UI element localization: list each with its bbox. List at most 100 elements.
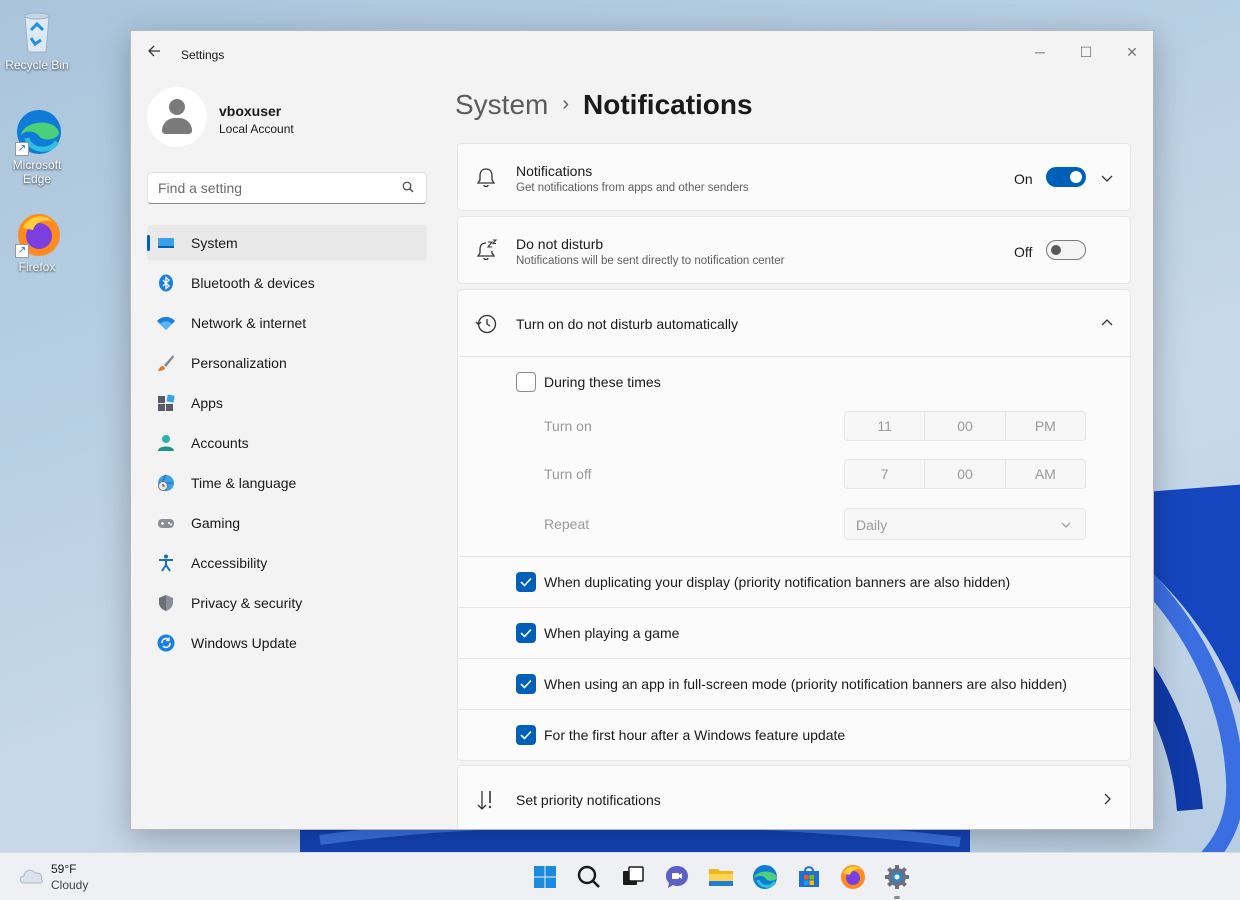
- desktop-icon-edge[interactable]: ↗ Microsoft Edge: [0, 108, 74, 186]
- divider: [458, 658, 1130, 659]
- active-app-indicator: [894, 896, 900, 899]
- turn-on-time-picker[interactable]: 11 00 PM: [844, 411, 1086, 441]
- accessibility-icon: [159, 554, 173, 572]
- option-label: When duplicating your display (priority …: [544, 574, 1011, 590]
- sidebar-item-system[interactable]: System: [147, 225, 427, 261]
- file-explorer-icon[interactable]: [707, 863, 735, 891]
- turn-off-period: AM: [1034, 466, 1056, 482]
- task-view-icon[interactable]: [619, 863, 647, 891]
- dnd-card: Do not disturb Notifications will be sen…: [457, 216, 1131, 284]
- during-times-checkbox[interactable]: [516, 372, 536, 392]
- auto-dnd-card: Turn on do not disturb automatically Dur…: [457, 289, 1131, 761]
- sidebar-item-accessibility[interactable]: Accessibility: [147, 545, 427, 581]
- weather-widget[interactable]: 59°F Cloudy: [10, 853, 120, 900]
- globe-clock-icon: [158, 474, 174, 492]
- breadcrumb-separator: ›: [562, 93, 570, 115]
- repeat-dropdown[interactable]: Daily: [844, 508, 1086, 540]
- update-icon: [157, 634, 175, 652]
- desktop-icon-label: Recycle Bin: [5, 58, 69, 72]
- sidebar-item-bluetooth[interactable]: Bluetooth & devices: [147, 265, 427, 301]
- sidebar-item-time-language[interactable]: Time & language: [147, 465, 427, 501]
- firefox-icon[interactable]: [839, 863, 867, 891]
- apps-icon: [158, 394, 175, 411]
- search-icon[interactable]: [575, 863, 603, 891]
- bell-icon: [476, 168, 496, 188]
- breadcrumb: System › Notifications: [455, 89, 753, 121]
- auto-dnd-title: Turn on do not disturb automatically: [516, 316, 739, 332]
- repeat-label: Repeat: [544, 516, 590, 532]
- breadcrumb-parent[interactable]: System: [455, 89, 548, 120]
- turn-off-label: Turn off: [544, 466, 592, 482]
- option-label: When playing a game: [544, 625, 680, 641]
- system-icon: [158, 238, 174, 248]
- auto-dnd-header[interactable]: Turn on do not disturb automatically: [458, 290, 1130, 356]
- priority-notifications-card[interactable]: Set priority notifications: [457, 765, 1131, 829]
- avatar: [147, 87, 207, 147]
- option-game-checkbox[interactable]: [516, 623, 536, 643]
- desktop-icon-label: Microsoft Edge: [12, 158, 62, 186]
- sidebar-item-label: Apps: [191, 395, 223, 411]
- dnd-subtitle: Notifications will be sent directly to n…: [516, 255, 785, 267]
- weather-desc: Cloudy: [51, 878, 89, 892]
- chevron-down-icon[interactable]: [1100, 171, 1114, 185]
- notifications-toggle[interactable]: [1046, 167, 1086, 187]
- option-feature-update-checkbox[interactable]: [516, 725, 536, 745]
- option-fullscreen-checkbox[interactable]: [516, 674, 536, 694]
- user-name: vboxuser: [219, 103, 282, 119]
- sidebar-item-gaming[interactable]: Gaming: [147, 505, 427, 541]
- settings-icon[interactable]: [883, 863, 911, 891]
- minimize-button[interactable]: ─: [1017, 37, 1063, 67]
- turn-off-minute: 00: [925, 460, 1006, 488]
- notifications-card[interactable]: Notifications Get notifications from app…: [457, 143, 1131, 211]
- checkmark-icon: [520, 730, 532, 740]
- title-bar: Settings ─ ☐ ✕: [131, 31, 1153, 79]
- settings-window: Settings ─ ☐ ✕ vboxuser Local Account Sy…: [130, 30, 1154, 830]
- notifications-subtitle: Get notifications from apps and other se…: [516, 182, 749, 194]
- back-button[interactable]: [143, 43, 165, 65]
- search-input[interactable]: [148, 173, 388, 203]
- sidebar-item-windows-update[interactable]: Windows Update: [147, 625, 427, 661]
- close-button[interactable]: ✕: [1109, 37, 1153, 67]
- checkmark-icon: [520, 628, 532, 638]
- divider: [458, 356, 1130, 357]
- chevron-down-icon: [1061, 522, 1071, 528]
- desktop-icon-firefox[interactable]: ↗ Firefox: [0, 210, 74, 274]
- weather-temp: 59°F: [51, 862, 77, 876]
- sidebar-item-label: Privacy & security: [191, 595, 303, 611]
- option-duplicating-checkbox[interactable]: [516, 572, 536, 592]
- turn-off-hour: 7: [845, 460, 926, 488]
- store-icon[interactable]: [795, 863, 823, 891]
- sidebar-item-accounts[interactable]: Accounts: [147, 425, 427, 461]
- bell-snooze-icon: [476, 239, 498, 261]
- maximize-button[interactable]: ☐: [1063, 37, 1109, 67]
- sidebar-item-network[interactable]: Network & internet: [147, 305, 427, 341]
- divider: [458, 709, 1130, 710]
- sidebar-item-label: System: [191, 235, 238, 251]
- start-icon[interactable]: [531, 863, 559, 891]
- turn-off-time-picker[interactable]: 7 00 AM: [844, 459, 1086, 489]
- turn-on-hour: 11: [845, 412, 926, 440]
- sidebar-item-privacy[interactable]: Privacy & security: [147, 585, 427, 621]
- during-times-label: During these times: [544, 374, 661, 390]
- sidebar-item-label: Personalization: [191, 355, 287, 371]
- chevron-up-icon[interactable]: [1100, 316, 1114, 330]
- divider: [458, 607, 1130, 608]
- search-box[interactable]: [147, 172, 427, 204]
- dnd-toggle[interactable]: [1046, 240, 1086, 260]
- turn-on-label: Turn on: [544, 418, 592, 434]
- chat-icon[interactable]: [663, 863, 691, 891]
- dnd-state: Off: [1014, 244, 1033, 260]
- edge-icon[interactable]: [751, 863, 779, 891]
- sidebar-item-personalization[interactable]: Personalization: [147, 345, 427, 381]
- desktop-icon-recycle-bin[interactable]: Recycle Bin: [0, 8, 74, 72]
- option-label: When using an app in full-screen mode (p…: [544, 676, 1067, 692]
- sidebar-item-label: Gaming: [191, 515, 241, 531]
- priority-sort-icon: [477, 791, 492, 810]
- divider: [458, 556, 1130, 557]
- app-title: Settings: [181, 48, 225, 62]
- page-title: Notifications: [583, 89, 753, 120]
- firefox-icon: ↗: [13, 210, 61, 258]
- notifications-title: Notifications: [516, 163, 593, 179]
- sidebar-item-apps[interactable]: Apps: [147, 385, 427, 421]
- priority-title: Set priority notifications: [516, 792, 661, 808]
